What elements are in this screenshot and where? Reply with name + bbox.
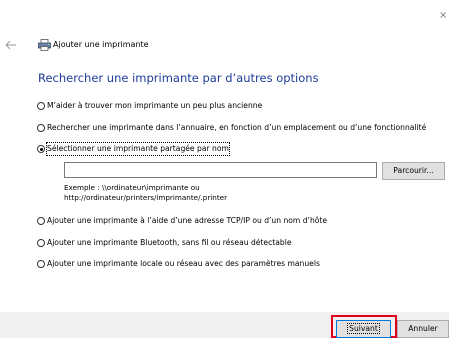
radio-button[interactable] xyxy=(37,124,45,132)
option-local-manual[interactable]: Ajouter une imprimante locale ou réseau … xyxy=(37,258,320,270)
option-label: M’aider à trouver mon imprimante un peu … xyxy=(47,101,263,110)
option-label: Ajouter une imprimante à l’aide d’une ad… xyxy=(47,216,328,225)
printer-icon xyxy=(38,39,51,51)
dialog-title: Ajouter une imprimante xyxy=(53,40,149,49)
option-label: Sélectionner une imprimante partagée par… xyxy=(46,142,230,156)
radio-button-selected[interactable] xyxy=(37,145,45,153)
cancel-button[interactable]: Annuler xyxy=(397,320,449,338)
example-line-1: Exemple : \\ordinateur\imprimante ou xyxy=(64,183,200,192)
option-label: Ajouter une imprimante Bluetooth, sans f… xyxy=(47,238,292,247)
radio-button[interactable] xyxy=(37,260,45,268)
example-hint: Exemple : \\ordinateur\imprimante ou htt… xyxy=(64,183,227,203)
add-printer-dialog: × Ajouter une imprimante Rechercher une … xyxy=(0,0,449,338)
option-bluetooth-wireless[interactable]: Ajouter une imprimante Bluetooth, sans f… xyxy=(37,237,292,249)
radio-button[interactable] xyxy=(37,217,45,225)
shared-printer-name-input[interactable] xyxy=(64,162,377,178)
next-button[interactable]: Suivant xyxy=(336,320,391,338)
option-select-shared-by-name[interactable]: Sélectionner une imprimante partagée par… xyxy=(37,142,230,156)
option-label: Rechercher une imprimante dans l’annuair… xyxy=(47,123,427,132)
radio-button[interactable] xyxy=(37,239,45,247)
option-search-directory[interactable]: Rechercher une imprimante dans l’annuair… xyxy=(37,122,426,134)
option-label: Ajouter une imprimante locale ou réseau … xyxy=(47,259,320,268)
browse-button[interactable]: Parcourir... xyxy=(382,162,445,180)
example-line-2: http://ordinateur/printers/imprimante/.p… xyxy=(64,193,228,202)
option-tcpip[interactable]: Ajouter une imprimante à l’aide d’une ad… xyxy=(37,215,327,227)
page-heading: Rechercher une imprimante par d’autres o… xyxy=(38,71,319,85)
back-arrow-icon[interactable] xyxy=(4,38,18,52)
radio-button[interactable] xyxy=(37,102,45,110)
next-button-label: Suivant xyxy=(347,323,380,334)
option-older-printer[interactable]: M’aider à trouver mon imprimante un peu … xyxy=(37,100,262,112)
close-icon[interactable]: × xyxy=(439,10,449,22)
